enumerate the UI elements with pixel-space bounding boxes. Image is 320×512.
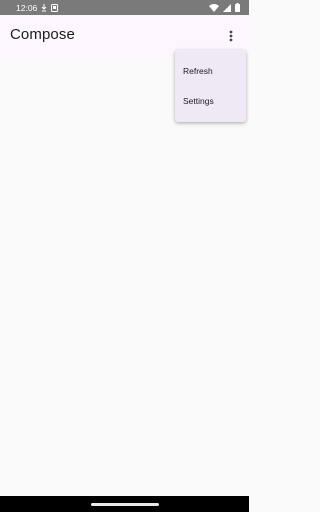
navigation-bar [0,496,249,512]
status-left: 12:06 [16,2,59,13]
data-saver-icon [41,3,47,12]
wifi-icon [209,3,219,12]
battery-icon [235,3,240,12]
status-right [209,3,240,12]
more-vert-icon[interactable] [222,27,240,45]
overflow-menu: Refresh Settings [175,50,246,122]
menu-item-refresh[interactable]: Refresh [175,56,246,86]
signal-icon [223,3,231,12]
home-handle[interactable] [90,502,159,506]
status-bar: 12:06 [0,0,249,15]
content-area [0,56,249,496]
status-time: 12:06 [16,2,38,13]
screenshot-icon [51,3,59,12]
app-title: Compose [10,26,75,43]
menu-item-settings[interactable]: Settings [175,86,246,116]
app-screen: 12:06 Compose Refresh Settings [0,0,249,512]
